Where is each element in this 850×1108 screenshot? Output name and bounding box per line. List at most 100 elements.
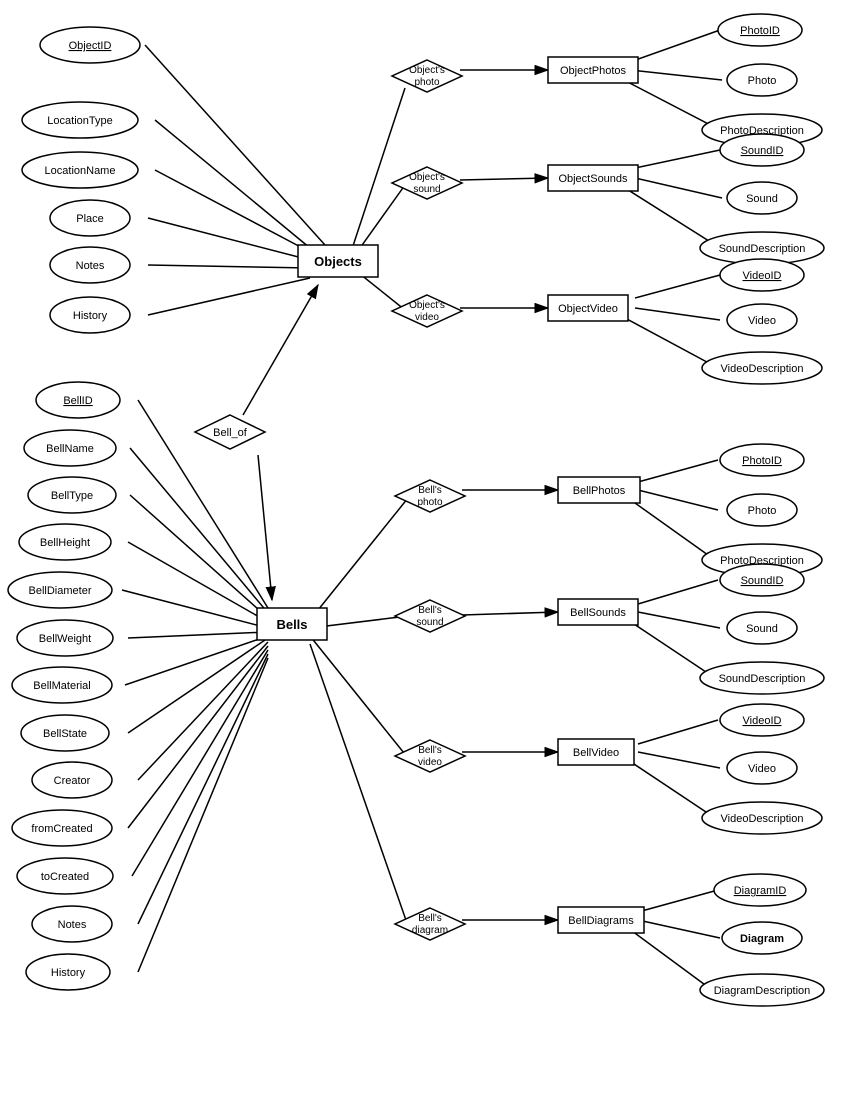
line-history-objects xyxy=(148,278,310,315)
line-objsounds-sounddesc xyxy=(625,188,720,248)
history-obj-text: History xyxy=(73,310,108,322)
videodesc-obj-text: VideoDescription xyxy=(721,363,804,375)
line-bellvideo-videodesc xyxy=(628,760,715,818)
video-bell-text: Video xyxy=(748,763,776,775)
line-bellphotos-photodesc xyxy=(628,498,715,560)
line-bellsounds-sounddesc xyxy=(628,620,715,678)
line-bellsounds-soundid xyxy=(638,580,718,604)
line-locationtype-objects xyxy=(155,120,310,248)
video-obj-text: Video xyxy=(748,315,776,327)
objectsounds-label: ObjectSounds xyxy=(558,173,628,185)
bellstate-text: BellState xyxy=(43,728,87,740)
bellphoto-label2: photo xyxy=(417,497,442,508)
line-bellvideo-videoid xyxy=(638,720,718,744)
objphoto-label: Object's xyxy=(409,65,445,76)
belltype-text: BellType xyxy=(51,490,93,502)
line-objects-objphoto xyxy=(350,88,405,255)
bellof-label: Bell_of xyxy=(213,427,248,439)
fromcreated-text: fromCreated xyxy=(31,823,92,835)
bellsound-label: Bell's xyxy=(418,605,442,616)
line-objsounds-sound xyxy=(635,178,722,198)
objectphotos-label: ObjectPhotos xyxy=(560,65,627,77)
line-bells-bellvideo xyxy=(310,636,408,758)
diagramdesc-bell-text: DiagramDescription xyxy=(714,985,811,997)
line-belldiagrams-diagram xyxy=(638,920,720,938)
photoid-obj-text: PhotoID xyxy=(740,25,780,37)
locationtype-text: LocationType xyxy=(47,115,112,127)
diagramid-bell-text: DiagramID xyxy=(734,885,787,897)
line-objsounds-soundid xyxy=(635,150,720,168)
line-objphotos-photoid xyxy=(630,30,720,62)
line-bellphotos-photoid xyxy=(638,460,718,482)
videodesc-bell-text: VideoDescription xyxy=(721,813,804,825)
line-bellsounds-sound xyxy=(638,612,720,628)
line-bellvideo-video xyxy=(638,752,720,768)
line-belldiagrams-diagramid xyxy=(638,890,718,912)
line-objsound-objsounds xyxy=(460,178,548,180)
bellid-text: BellID xyxy=(63,395,92,407)
soundid-obj-text: SoundID xyxy=(741,145,784,157)
line-objphotos-photo xyxy=(630,70,722,80)
objvideo-label: Object's xyxy=(409,300,445,311)
bellname-text: BellName xyxy=(46,443,94,455)
er-diagram: Objects Bells ObjectPhotos ObjectSounds … xyxy=(0,0,850,1108)
bellsounds-label: BellSounds xyxy=(570,607,626,619)
line-bellsound-bellsounds xyxy=(462,612,558,615)
line-bells-bellphoto xyxy=(310,498,408,620)
belldiagram-label2: diagram xyxy=(412,925,448,936)
line-objvideo-video xyxy=(635,308,720,320)
locationname-text: LocationName xyxy=(45,165,116,177)
bellmaterial-text: BellMaterial xyxy=(33,680,90,692)
objsound-label: Object's xyxy=(409,172,445,183)
line-bellweight-bells xyxy=(128,632,268,638)
line-objvideo-videodesc xyxy=(625,318,718,368)
bellheight-text: BellHeight xyxy=(40,537,90,549)
photoid-bell-text: PhotoID xyxy=(742,455,782,467)
bellweight-text: BellWeight xyxy=(39,633,91,645)
line-objectid-objects xyxy=(145,45,325,245)
objsound-label2: sound xyxy=(413,184,440,195)
line-bellmaterial-bells xyxy=(125,636,268,685)
belldiagram-label: Bell's xyxy=(418,913,442,924)
bellvideo-label: BellVideo xyxy=(573,747,619,759)
soundid-bell-text: SoundID xyxy=(741,575,784,587)
line-belltype-bells xyxy=(130,495,268,618)
bellphotos-label: BellPhotos xyxy=(573,485,626,497)
sound-bell-text: Sound xyxy=(746,623,778,635)
notes-obj-text: Notes xyxy=(76,260,105,272)
photo-obj-text: Photo xyxy=(748,75,777,87)
line-bells-belldiagram xyxy=(310,644,408,926)
videoid-bell-text: VideoID xyxy=(743,715,782,727)
line-bellphotos-photo xyxy=(638,490,718,510)
history-bell-text: History xyxy=(51,967,86,979)
line-objvideo-videoid xyxy=(635,275,720,298)
objectid-text: ObjectID xyxy=(69,40,112,52)
notes-bell-text: Notes xyxy=(58,919,87,931)
creator-text: Creator xyxy=(54,775,91,787)
bellvideo-label2: video xyxy=(418,757,442,768)
belldiameter-text: BellDiameter xyxy=(29,585,92,597)
line-bellname-bells xyxy=(130,448,268,613)
objvideo-label2: video xyxy=(415,312,439,323)
objphoto-label2: photo xyxy=(414,77,439,88)
line-history-bells xyxy=(138,658,268,972)
place-text: Place xyxy=(76,213,104,225)
photo-bell-text: Photo xyxy=(748,505,777,517)
sound-obj-text: Sound xyxy=(746,193,778,205)
bellvideo-label: Bell's xyxy=(418,745,442,756)
line-bellof-objects xyxy=(243,285,318,415)
sounddesc-obj-text: SoundDescription xyxy=(719,243,806,255)
bellsound-label2: sound xyxy=(416,617,443,628)
diagram-bell-text: Diagram xyxy=(740,933,784,945)
sounddesc-bell-text: SoundDescription xyxy=(719,673,806,685)
line-notes-objects xyxy=(148,265,310,268)
objectvideo-label: ObjectVideo xyxy=(558,303,618,315)
belldiagrams-label: BellDiagrams xyxy=(568,915,634,927)
bellphoto-label: Bell's xyxy=(418,485,442,496)
line-belldiagrams-diagramdesc xyxy=(628,928,712,990)
tocreated-text: toCreated xyxy=(41,871,89,883)
line-objphotos-photodesc xyxy=(620,78,720,130)
videoid-obj-text: VideoID xyxy=(743,270,782,282)
line-bellof-bells xyxy=(258,455,272,600)
objects-label: Objects xyxy=(314,254,362,269)
